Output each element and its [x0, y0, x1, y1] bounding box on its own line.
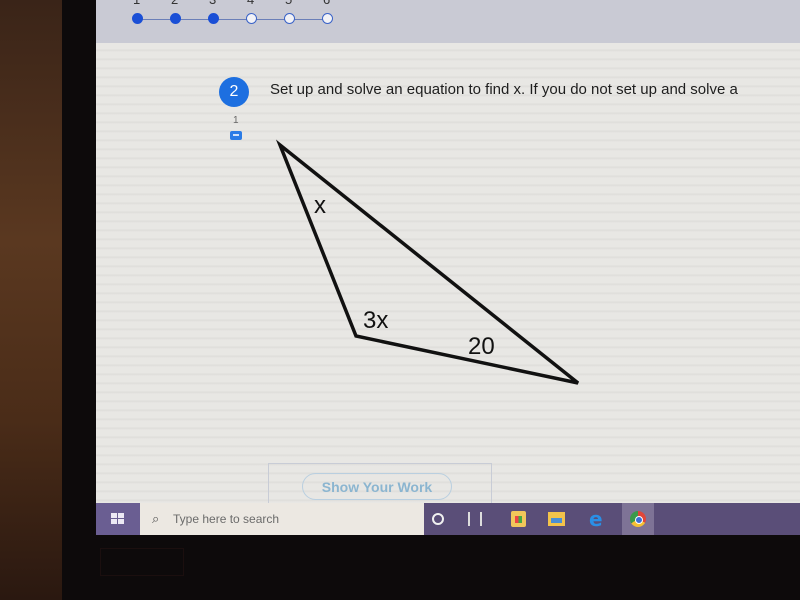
step-3-dot[interactable] — [208, 13, 219, 24]
angle-label-top: x — [314, 192, 326, 219]
step-4-dot[interactable] — [246, 13, 257, 24]
store-icon[interactable] — [511, 511, 526, 527]
file-explorer-icon[interactable] — [548, 512, 565, 526]
start-button[interactable] — [96, 503, 140, 535]
chrome-taskbar-button[interactable] — [622, 503, 654, 535]
background-wall — [0, 0, 62, 600]
monitor-logo — [100, 548, 184, 576]
search-icon: ⌕ — [152, 511, 160, 526]
step-number: 1 — [133, 0, 140, 7]
windows-start-icon — [111, 513, 124, 525]
comment-icon[interactable] — [230, 131, 242, 140]
triangle-shape — [275, 139, 580, 385]
step-number: 4 — [247, 0, 254, 7]
step-6-dot[interactable] — [322, 13, 333, 24]
edge-icon[interactable]: e — [589, 507, 611, 531]
step-number: 2 — [171, 0, 178, 7]
task-view-icon[interactable] — [468, 512, 482, 526]
comment-count: 1 — [233, 115, 239, 126]
taskbar: ⌕ Type here to search e — [96, 503, 800, 535]
step-2-dot[interactable] — [170, 13, 181, 24]
step-number: 6 — [323, 0, 330, 7]
step-number: 3 — [209, 0, 216, 7]
question-number-badge: 2 — [219, 77, 249, 107]
chrome-icon — [630, 511, 646, 527]
taskbar-search-input[interactable]: ⌕ Type here to search — [140, 503, 424, 535]
question-progress-bar: 1 2 3 4 5 6 — [96, 0, 800, 43]
step-5-dot[interactable] — [284, 13, 295, 24]
angle-label-right: 20 — [468, 333, 495, 360]
step-number: 5 — [285, 0, 292, 7]
cortana-icon[interactable] — [432, 513, 444, 525]
question-area: 2 Set up and solve an equation to find x… — [96, 43, 800, 510]
show-your-work-button[interactable]: Show Your Work — [302, 473, 452, 500]
question-text: Set up and solve an equation to find x. … — [270, 81, 738, 98]
screen: 1 2 3 4 5 6 2 Set up and solve an equation to… — [96, 0, 800, 535]
search-placeholder: Type here to search — [173, 512, 280, 526]
step-1-dot[interactable] — [132, 13, 143, 24]
angle-label-left: 3x — [363, 307, 388, 334]
triangle-figure: x 3x 20 — [275, 139, 580, 385]
